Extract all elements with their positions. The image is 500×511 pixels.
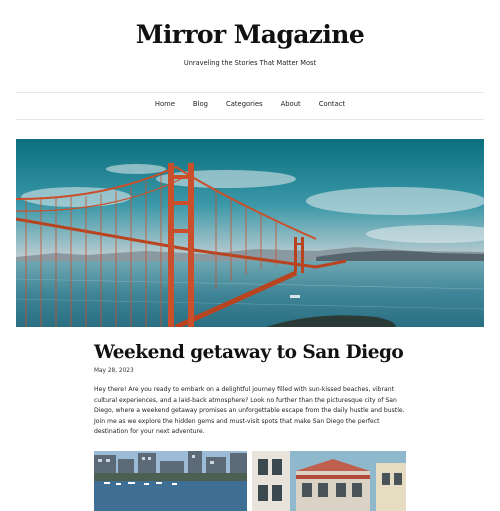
post-excerpt: Hey there! Are you ready to embark on a … [94, 386, 405, 436]
nav-item-home[interactable]: Home [155, 100, 175, 108]
site-tagline: Unraveling the Stories That Matter Most [183, 59, 317, 67]
post-image-harbor[interactable] [94, 451, 247, 511]
post-image-houses[interactable] [252, 451, 406, 511]
nav-item-contact[interactable]: Contact [319, 100, 345, 108]
nav-item-about[interactable]: About [281, 100, 301, 108]
main-nav: Home Blog Categories About Contact [0, 100, 500, 108]
site-title[interactable]: Mirror Magazine [0, 20, 500, 49]
hero-image[interactable] [16, 139, 484, 327]
post-title[interactable]: Weekend getaway to San Diego [94, 342, 424, 363]
header-divider-bottom [16, 119, 484, 120]
post-date: May 28, 2023 [94, 368, 134, 374]
header-divider-top [16, 92, 484, 93]
nav-item-categories[interactable]: Categories [226, 100, 263, 108]
nav-item-blog[interactable]: Blog [193, 100, 208, 108]
